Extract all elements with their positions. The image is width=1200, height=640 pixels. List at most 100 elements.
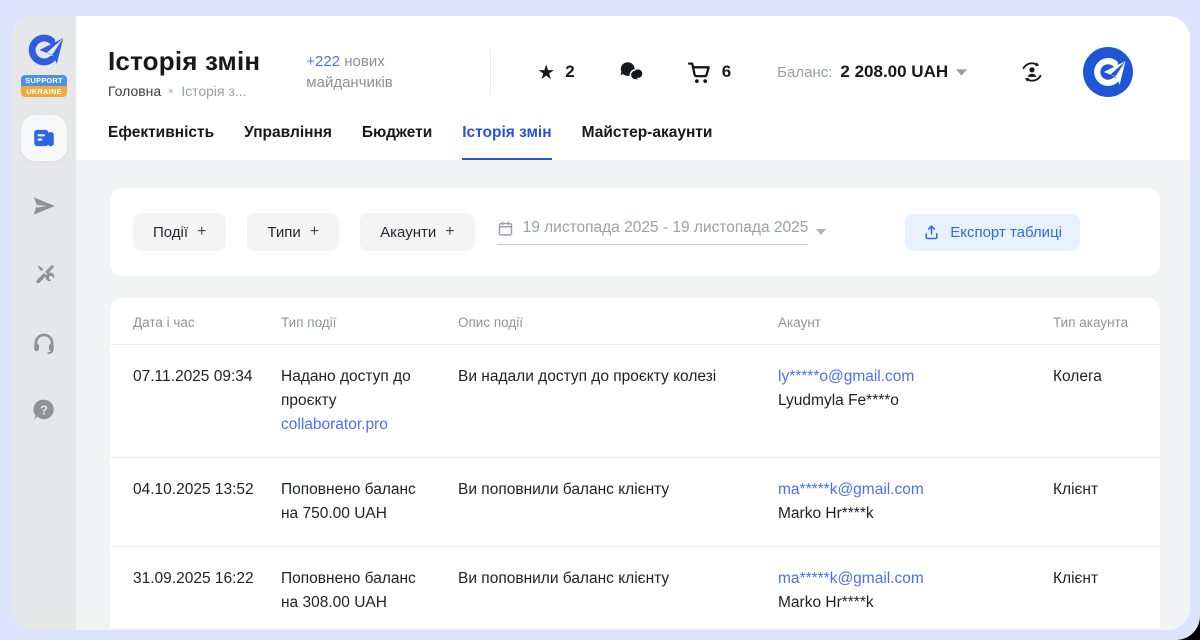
new-platforms-link[interactable]: +222 нових майданчиків bbox=[306, 51, 424, 93]
account-switch-icon bbox=[1019, 59, 1045, 85]
column-header-account-type: Тип акаунта bbox=[1053, 298, 1160, 345]
app-window: SUPPORT UKRAINE bbox=[12, 16, 1190, 630]
account-email-link[interactable]: ma*****k@gmail.com bbox=[778, 481, 924, 498]
svg-text:?: ? bbox=[40, 403, 48, 418]
tab-change-history[interactable]: Історія змін bbox=[462, 124, 551, 160]
chevron-down-icon bbox=[816, 229, 826, 235]
breadcrumb-current: Історія з... bbox=[181, 83, 246, 99]
export-icon bbox=[923, 224, 940, 241]
cell-account-type: Клієнт bbox=[1053, 458, 1160, 547]
history-table: Дата і час Тип події Опис події Акаунт Т… bbox=[110, 298, 1160, 628]
event-type-text: Надано доступ до проєкту bbox=[281, 368, 411, 409]
page-background: SUPPORT UKRAINE bbox=[0, 0, 1200, 640]
balance-dropdown[interactable]: Баланс: 2 208.00 UAH bbox=[777, 62, 967, 82]
events-filter-button[interactable]: Події + bbox=[133, 213, 226, 251]
export-table-button[interactable]: Експорт таблиці bbox=[905, 214, 1080, 251]
balance-label: Баланс: bbox=[777, 64, 832, 81]
sidebar-item-support[interactable] bbox=[21, 319, 67, 365]
account-name: Marko Hr****k bbox=[778, 502, 1045, 526]
page-title: Історія змін bbox=[108, 46, 260, 77]
table-header-row: Дата і час Тип події Опис події Акаунт Т… bbox=[110, 298, 1160, 345]
account-email-link[interactable]: ly*****o@gmail.com bbox=[778, 368, 914, 385]
headphones-icon bbox=[31, 329, 57, 355]
header-divider bbox=[490, 49, 491, 95]
project-link[interactable]: collaborator.pro bbox=[281, 413, 388, 437]
account-name: Marko Hr****k bbox=[778, 591, 1045, 615]
cell-datetime: 07.11.2025 09:34 bbox=[110, 345, 281, 458]
account-email-link[interactable]: ma*****k@gmail.com bbox=[778, 570, 924, 587]
sidebar-item-tools[interactable] bbox=[21, 251, 67, 297]
feed-icon bbox=[31, 125, 57, 151]
events-filter-label: Події bbox=[153, 224, 188, 241]
history-table-card: Дата і час Тип події Опис події Акаунт Т… bbox=[110, 298, 1160, 628]
sidebar-item-feed[interactable] bbox=[21, 115, 67, 161]
content-area: Події + Типи + Акаунти + bbox=[76, 160, 1190, 630]
event-type-text: Поповнено баланс на 308.00 UAH bbox=[281, 570, 416, 611]
cart-counter[interactable]: 6 bbox=[687, 60, 731, 85]
accounts-filter-button[interactable]: Акаунти + bbox=[360, 213, 474, 251]
cell-datetime: 04.10.2025 13:52 bbox=[110, 458, 281, 547]
cell-event-type: Надано доступ до проєкту collaborator.pr… bbox=[281, 345, 458, 458]
tab-management[interactable]: Управління bbox=[244, 124, 332, 160]
support-ukraine-badge: SUPPORT UKRAINE bbox=[21, 75, 67, 97]
balance-value: 2 208.00 UAH bbox=[840, 62, 948, 82]
plus-icon: + bbox=[445, 223, 454, 241]
cell-account-type: Клієнт bbox=[1053, 547, 1160, 629]
main-area: Історія змін Головна Історія з... +222 н… bbox=[76, 16, 1190, 630]
app-logo[interactable]: SUPPORT UKRAINE bbox=[21, 28, 67, 97]
breadcrumb-home[interactable]: Головна bbox=[108, 83, 161, 99]
cell-account-type: Колега bbox=[1053, 345, 1160, 458]
tab-master-accounts[interactable]: Майстер-акаунти bbox=[582, 124, 713, 160]
date-range-picker[interactable]: 19 листопада 2025 - 19 листопада 2025 bbox=[497, 219, 827, 245]
types-filter-button[interactable]: Типи + bbox=[247, 213, 339, 251]
avatar-logo-icon bbox=[1088, 52, 1128, 92]
export-table-label: Експорт таблиці bbox=[950, 224, 1062, 241]
tab-bar: Ефективність Управління Бюджети Історія … bbox=[76, 114, 1190, 160]
cell-event-type: Поповнено баланс на 308.00 UAH bbox=[281, 547, 458, 629]
cart-icon bbox=[687, 60, 712, 85]
sidebar-nav: ? bbox=[21, 115, 67, 433]
header: Історія змін Головна Історія з... +222 н… bbox=[76, 16, 1190, 114]
sidebar-item-help[interactable]: ? bbox=[21, 387, 67, 433]
table-row: 31.09.2025 16:22 Поповнено баланс на 308… bbox=[110, 547, 1160, 629]
accounts-filter-label: Акаунти bbox=[380, 224, 436, 241]
favorites-count: 2 bbox=[565, 62, 574, 82]
plus-icon: + bbox=[197, 223, 206, 241]
plus-icon: + bbox=[310, 223, 319, 241]
table-row: 07.11.2025 09:34 Надано доступ до проєкт… bbox=[110, 345, 1160, 458]
tab-effectiveness[interactable]: Ефективність bbox=[108, 124, 214, 160]
cell-datetime: 31.09.2025 16:22 bbox=[110, 547, 281, 629]
collaborator-logo-icon bbox=[22, 28, 66, 72]
account-switch-button[interactable] bbox=[1019, 59, 1045, 85]
tab-budgets[interactable]: Бюджети bbox=[362, 124, 432, 160]
breadcrumb-separator bbox=[169, 89, 173, 93]
star-icon: ★ bbox=[537, 62, 555, 82]
new-platforms-count: +222 bbox=[306, 53, 340, 70]
column-header-event-type: Тип події bbox=[281, 298, 458, 345]
help-icon: ? bbox=[31, 397, 57, 423]
types-filter-label: Типи bbox=[267, 224, 300, 241]
chats-button[interactable] bbox=[617, 59, 643, 85]
column-header-datetime: Дата і час bbox=[110, 298, 281, 345]
cell-description: Ви поповнили баланс клієнту bbox=[458, 547, 778, 629]
cell-description: Ви поповнили баланс клієнту bbox=[458, 458, 778, 547]
column-header-description: Опис події bbox=[458, 298, 778, 345]
support-label: SUPPORT bbox=[21, 75, 67, 86]
sidebar: SUPPORT UKRAINE bbox=[12, 16, 76, 630]
chevron-down-icon bbox=[956, 69, 967, 76]
breadcrumb: Головна Історія з... bbox=[108, 83, 260, 99]
filter-bar: Події + Типи + Акаунти + bbox=[110, 188, 1160, 276]
table-row: 04.10.2025 13:52 Поповнено баланс на 750… bbox=[110, 458, 1160, 547]
favorites-counter[interactable]: ★ 2 bbox=[537, 62, 574, 82]
ukraine-label: UKRAINE bbox=[21, 86, 67, 97]
cell-account: ly*****o@gmail.com Lyudmyla Fe****o bbox=[778, 345, 1053, 458]
sidebar-item-send[interactable] bbox=[21, 183, 67, 229]
avatar[interactable] bbox=[1083, 47, 1133, 97]
account-name: Lyudmyla Fe****o bbox=[778, 389, 1045, 413]
calendar-icon bbox=[497, 220, 514, 237]
cell-account: ma*****k@gmail.com Marko Hr****k bbox=[778, 547, 1053, 629]
cell-description: Ви надали доступ до проєкту колезі bbox=[458, 345, 778, 458]
send-icon bbox=[31, 193, 57, 219]
event-type-text: Поповнено баланс на 750.00 UAH bbox=[281, 481, 416, 522]
cell-account: ma*****k@gmail.com Marko Hr****k bbox=[778, 458, 1053, 547]
